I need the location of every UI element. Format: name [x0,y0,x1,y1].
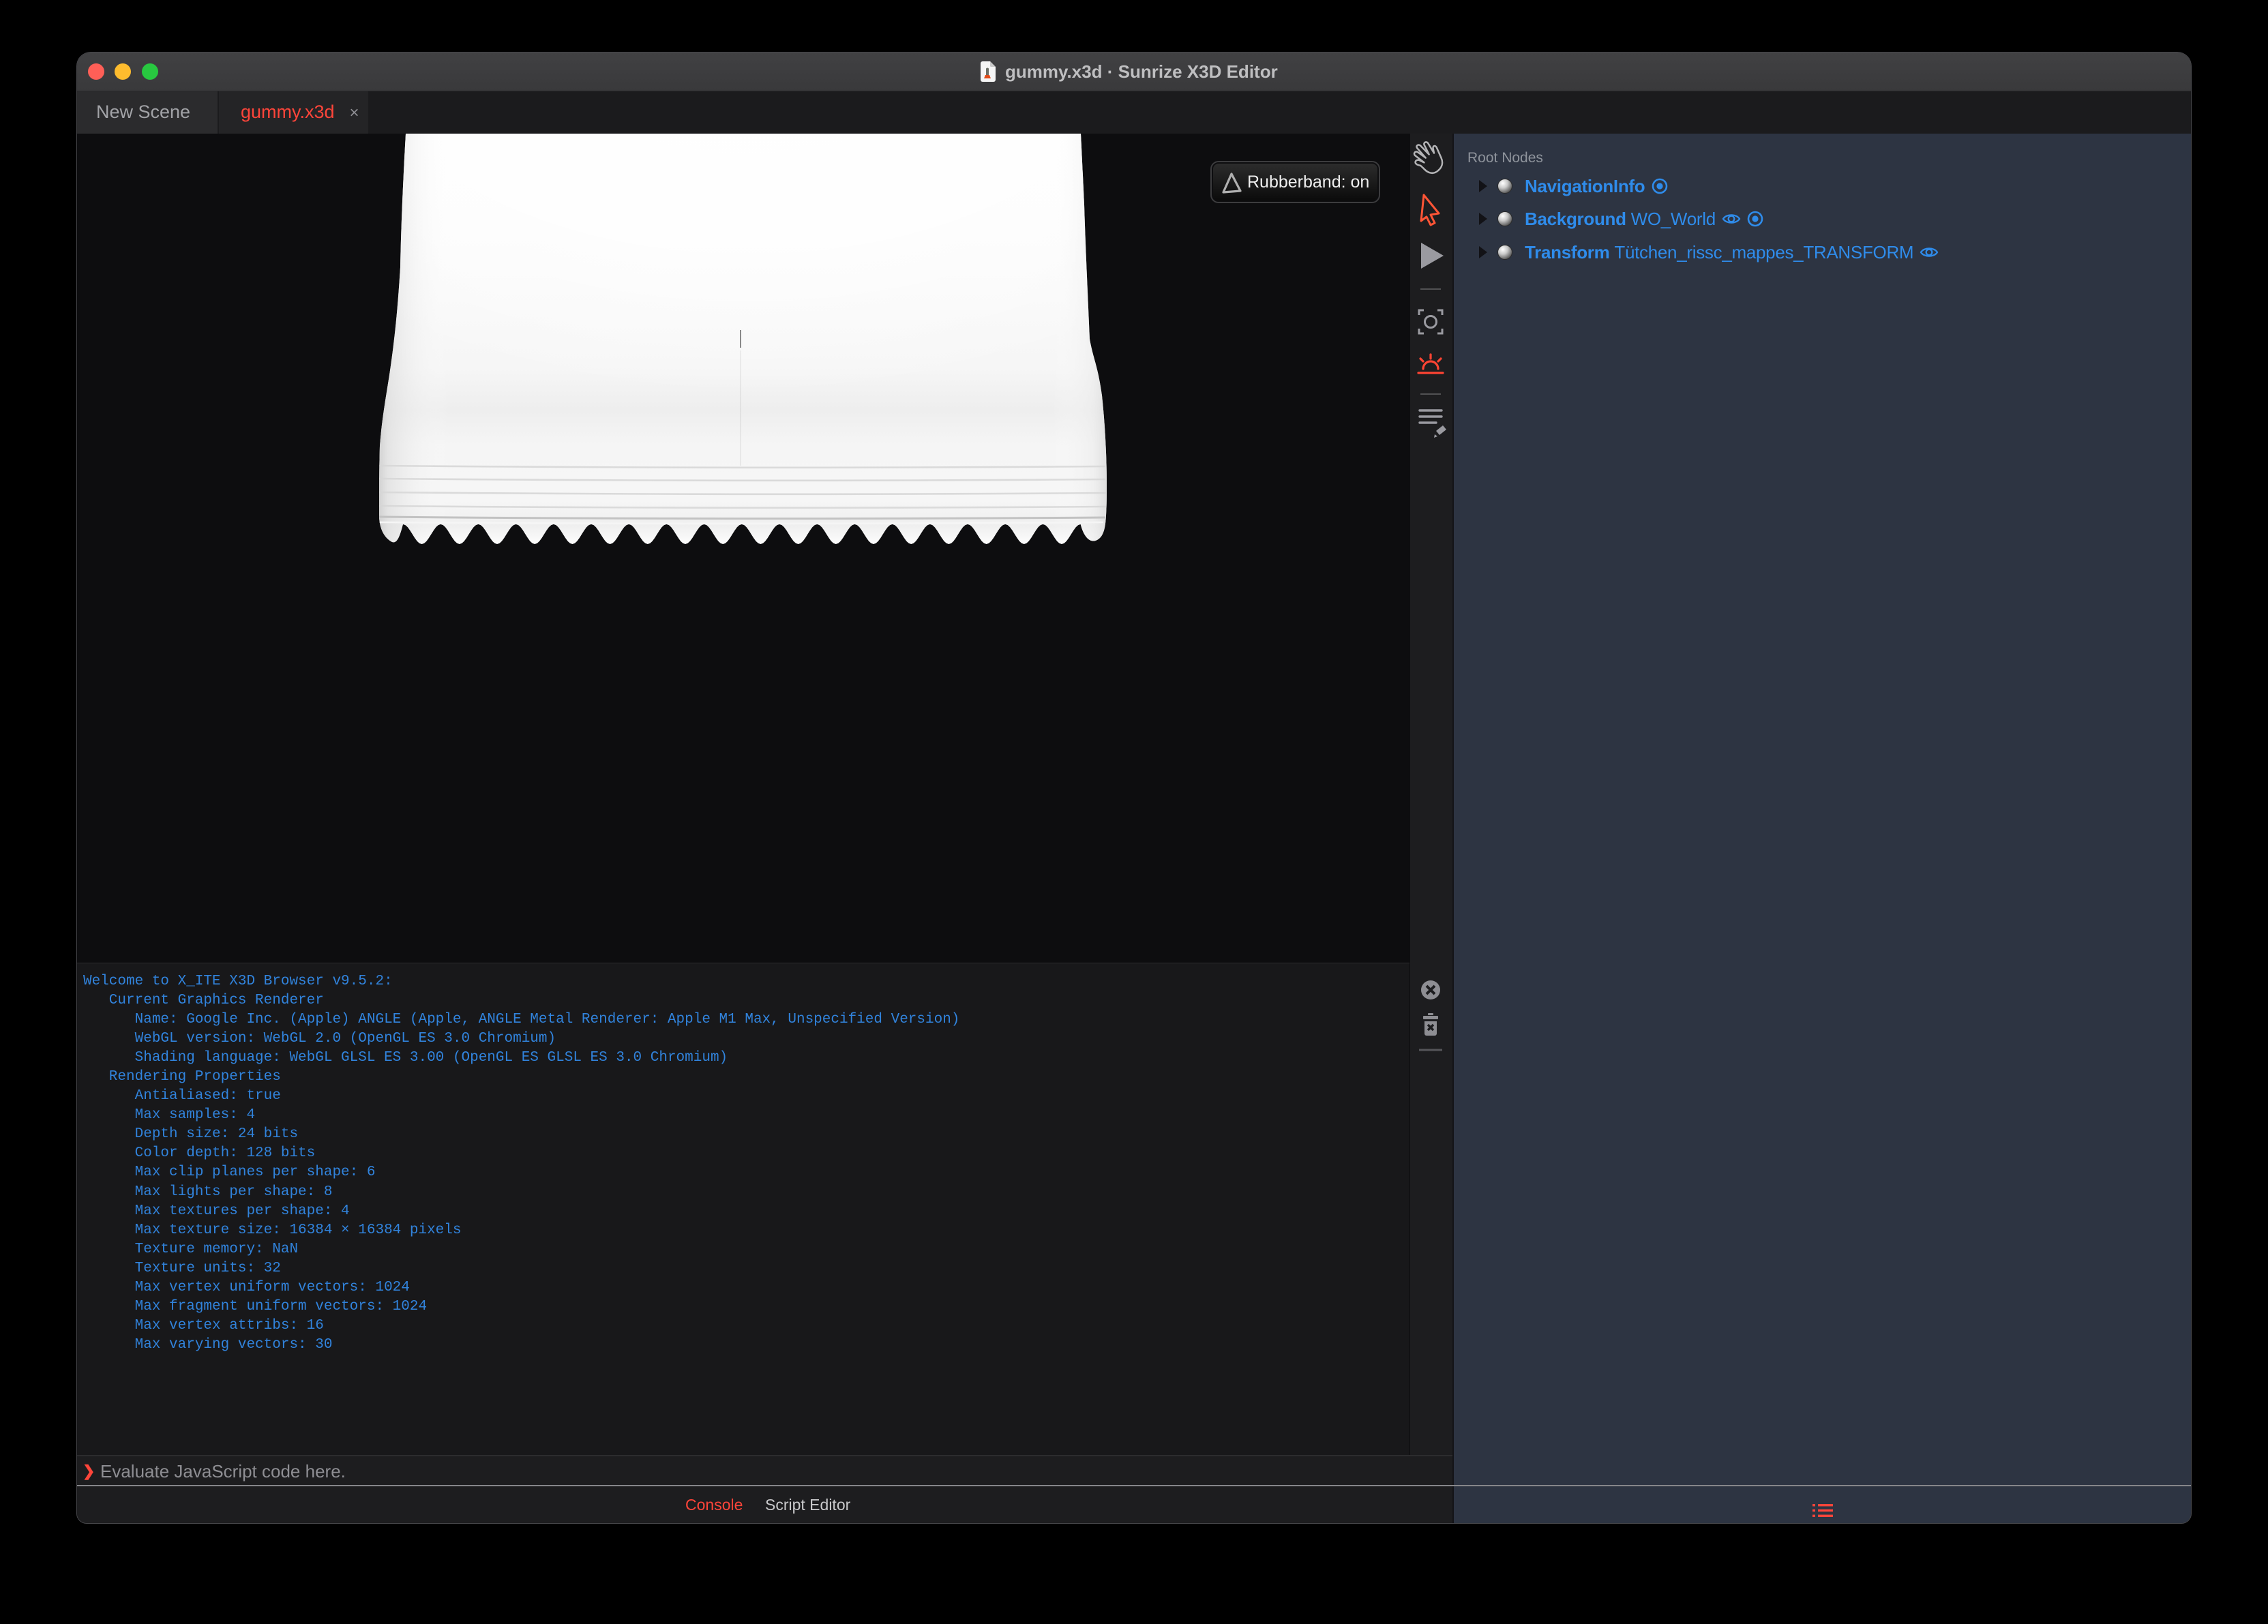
svg-text:Rubberband: on: Rubberband: on [1247,172,1369,192]
